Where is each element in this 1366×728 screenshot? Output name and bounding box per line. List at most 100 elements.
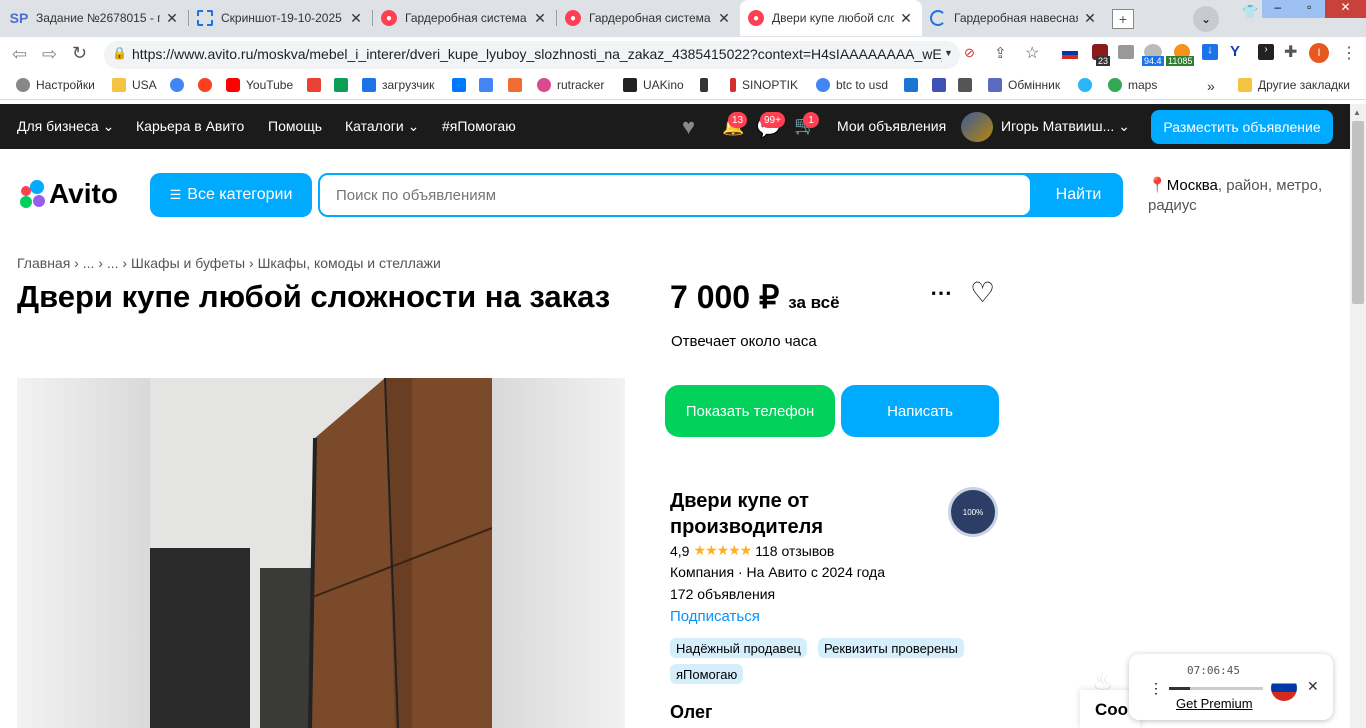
back-button[interactable]: ⇦ [12,44,27,65]
my-ads-link[interactable]: Мои объявления [837,118,946,134]
scroll-up-icon[interactable]: ▲ [1353,108,1361,117]
bookmark-item[interactable]: maps [1108,78,1157,92]
all-categories-button[interactable]: ☰ Все категории [150,173,312,217]
url-dropdown-icon[interactable]: ▼ [944,48,953,58]
window-close-button[interactable]: ✕ [1325,0,1366,18]
extension-y-icon[interactable]: Y [1230,43,1240,60]
post-ad-button[interactable]: Разместить объявление [1151,110,1333,144]
bookmark-label: maps [1128,78,1158,92]
bookmark-item[interactable] [334,78,354,92]
user-avatar[interactable] [961,112,993,142]
close-tab-icon[interactable]: ✕ [532,10,548,27]
breadcrumb-item[interactable]: ... [83,255,95,271]
location-selector[interactable]: 📍Москва, район, метро, радиус [1148,176,1338,216]
maximize-button[interactable]: ▫ [1294,0,1326,18]
browser-tab[interactable]: Скриншот-19-10-2025 ✕ [189,0,372,36]
url-text[interactable]: https://www.avito.ru/moskva/mebel_i_inte… [132,46,942,62]
nav-career[interactable]: Карьера в Авито [136,118,244,134]
more-options-icon[interactable]: ⋯ [930,280,952,306]
close-tab-icon[interactable]: ✕ [164,10,180,27]
bookmark-item[interactable]: загрузчик [362,78,434,92]
bookmark-item[interactable]: rutracker [537,78,604,92]
extension-icon[interactable]: › [1258,44,1274,60]
browser-tab-active[interactable]: ● Двери купе любой сло ✕ [740,0,922,36]
tag-help[interactable]: яПомогаю [670,664,744,684]
menu-dots-icon[interactable]: ⋮ [1341,43,1357,63]
show-phone-button[interactable]: Показать телефон [665,385,835,437]
nav-help-campaign[interactable]: #яПомогаю [442,118,516,134]
bookmark-item[interactable]: Настройки [16,78,95,92]
seller-ads-count[interactable]: 172 объявления [670,586,775,602]
bookmark-item[interactable] [508,78,528,92]
scrollbar-thumb[interactable] [1352,121,1364,304]
bookmark-item[interactable] [452,78,472,92]
reload-button[interactable]: ↻ [72,43,87,64]
tag-reliable-seller[interactable]: Надёжный продавец [670,638,807,658]
breadcrumb-item[interactable]: Главная [17,255,70,271]
bookmark-item[interactable] [700,78,714,92]
bookmark-item[interactable] [932,78,952,92]
breadcrumb-item[interactable]: ... [107,255,119,271]
favorites-heart-icon[interactable]: ♥ [682,114,695,140]
minimize-button[interactable]: – [1262,0,1294,18]
browser-tab[interactable]: Гардеробная навесная ✕ [922,0,1106,36]
favorite-heart-icon[interactable]: ♡ [970,276,995,309]
blocked-icon[interactable]: ⊘ [964,45,975,61]
write-button[interactable]: Написать [841,385,999,437]
widget-menu-icon[interactable]: ⋮ [1149,680,1163,697]
bookmark-item[interactable]: Обмінник [988,78,1060,92]
seller-name[interactable]: Двери купе от производителя [670,488,940,540]
bookmark-item[interactable]: YouTube [226,78,293,92]
bookmark-item[interactable] [198,78,218,92]
new-tab-button[interactable]: + [1112,9,1134,29]
tab-search-button[interactable]: ⌄ [1193,6,1219,32]
profile-avatar[interactable]: I [1309,43,1329,63]
bookmark-item[interactable] [307,78,327,92]
other-bookmarks[interactable]: Другие закладки [1238,78,1350,92]
search-input[interactable]: Поиск по объявлениям [320,175,1030,215]
avito-logo[interactable]: Avito [17,178,118,210]
bookmark-item[interactable] [479,78,499,92]
russia-flag-icon[interactable] [1271,675,1297,701]
nav-catalogs[interactable]: Каталоги ⌄ [345,118,419,135]
browser-tab[interactable]: ● Гардеробная система к ✕ [557,0,740,36]
bookmark-item[interactable]: btc to usd [816,78,888,92]
lock-icon[interactable]: 🔒 [112,46,127,60]
breadcrumb-item[interactable]: Шкафы и буфеты [131,255,245,271]
browser-tab[interactable]: ● Гардеробная система - ✕ [373,0,556,36]
breadcrumb-item[interactable]: Шкафы, комоды и стеллажи [258,255,441,271]
close-tab-icon[interactable]: ✕ [348,10,364,27]
shirt-icon[interactable]: 👕 [1242,4,1260,20]
close-tab-icon[interactable]: ✕ [716,10,732,27]
bookmark-item[interactable]: USA [112,78,157,92]
bookmark-item[interactable] [170,78,190,92]
widget-progress[interactable] [1169,687,1263,690]
share-icon[interactable]: ⇪ [994,44,1007,62]
bookmark-star-icon[interactable]: ☆ [1025,43,1039,63]
bookmark-item[interactable]: UAKino [623,78,684,92]
forward-button[interactable]: ⇨ [42,44,57,65]
get-premium-link[interactable]: Get Premium [1176,696,1253,711]
seller-rating[interactable]: 4,9 ★★★★★ 118 отзывов [670,542,834,559]
browser-tab[interactable]: SP Задание №2678015 - п ✕ [0,0,188,36]
widget-close-icon[interactable]: ✕ [1307,678,1319,695]
bookmarks-overflow[interactable]: » [1207,78,1215,94]
bookmark-item[interactable] [958,78,978,92]
nav-help[interactable]: Помощь [268,118,322,134]
bookmarks-bar: Настройки USA YouTube загрузчик rutracke… [0,72,1366,100]
puzzle-icon[interactable]: ✚ [1284,42,1297,62]
nav-business[interactable]: Для бизнеса ⌄ [17,118,114,135]
russia-flag-icon[interactable] [1062,47,1078,59]
bookmark-item[interactable] [904,78,924,92]
listing-photo[interactable] [17,378,625,728]
subscribe-link[interactable]: Подписаться [670,608,760,625]
close-tab-icon[interactable]: ✕ [898,10,914,27]
user-menu[interactable]: Игорь Матвииш... ⌄ [1001,118,1130,135]
bookmark-item[interactable] [1078,78,1098,92]
close-tab-icon[interactable]: ✕ [1082,10,1098,27]
search-button[interactable]: Найти [1036,175,1121,215]
download-icon[interactable]: ↓ [1202,44,1218,60]
bookmark-item[interactable]: SINOPTIK [730,78,798,92]
extension-icon[interactable] [1118,45,1134,59]
tag-verified[interactable]: Реквизиты проверены [818,638,964,658]
